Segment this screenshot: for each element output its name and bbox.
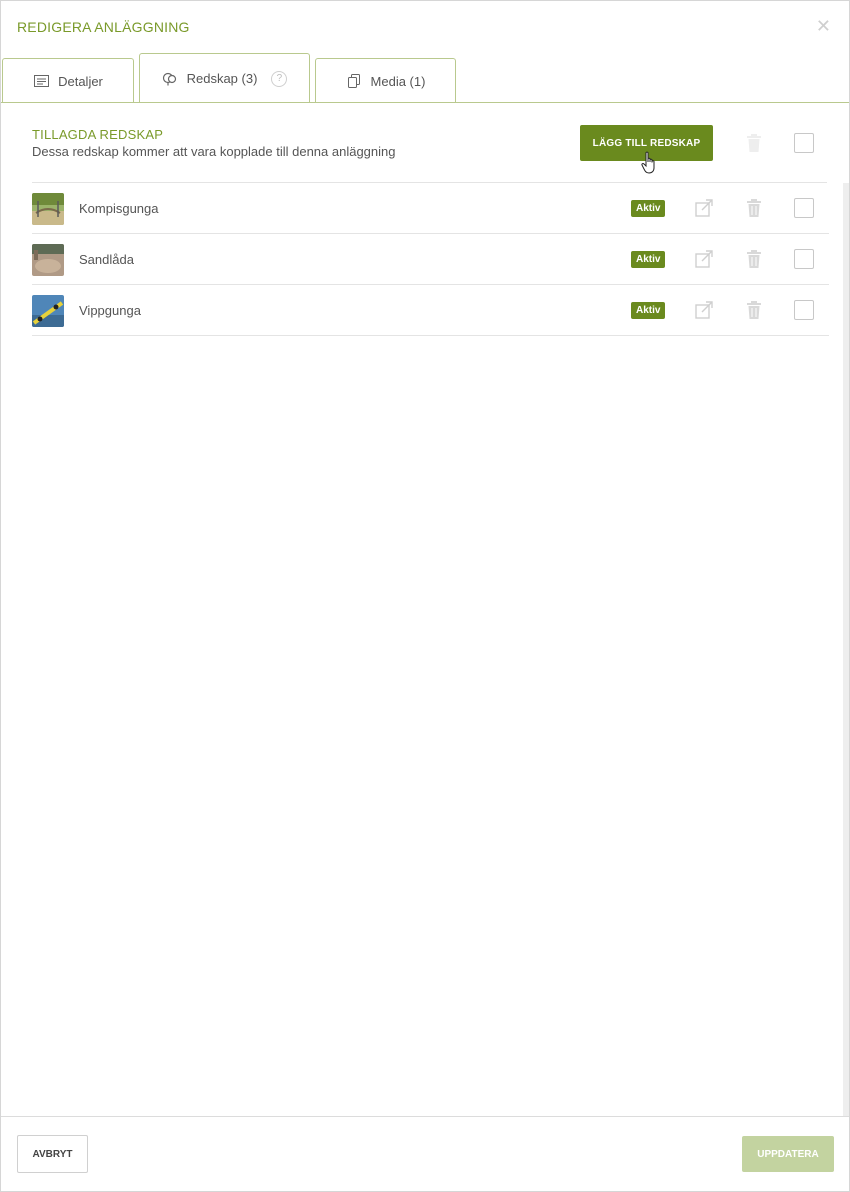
cancel-button[interactable]: AVBRYT <box>17 1135 88 1173</box>
row-checkbox[interactable] <box>794 300 814 320</box>
equipment-name: Vippgunga <box>79 303 141 318</box>
bulk-delete-icon[interactable] <box>744 133 764 153</box>
status-badge: Aktiv <box>631 251 666 268</box>
equipment-thumbnail <box>32 193 64 225</box>
delete-icon[interactable] <box>744 249 764 269</box>
close-icon[interactable]: ✕ <box>816 17 831 35</box>
tab-label: Redskap (3) <box>186 71 258 86</box>
select-all-checkbox[interactable] <box>794 133 814 153</box>
list-item: Vippgunga Aktiv <box>32 285 829 336</box>
modal-title: REDIGERA ANLÄGGNING <box>17 19 190 35</box>
update-button[interactable]: UPPDATERA <box>742 1136 834 1172</box>
scrollbar[interactable] <box>843 183 849 1116</box>
edit-facility-modal: REDIGERA ANLÄGGNING ✕ Detaljer Redskap (… <box>0 0 850 1192</box>
footer-divider <box>1 1116 849 1117</box>
status-badge: Aktiv <box>631 302 666 319</box>
row-checkbox[interactable] <box>794 249 814 269</box>
help-icon[interactable]: ? <box>271 70 288 87</box>
section-subtitle: Dessa redskap kommer att vara kopplade t… <box>32 144 396 159</box>
tab-media[interactable]: Media (1) <box>315 58 456 103</box>
equipment-icon <box>162 71 178 87</box>
equipment-thumbnail <box>32 244 64 276</box>
equipment-name: Sandlåda <box>79 252 134 267</box>
equipment-thumbnail <box>32 295 64 327</box>
hand-cursor-icon <box>641 151 655 174</box>
open-external-icon[interactable] <box>694 249 714 269</box>
open-external-icon[interactable] <box>694 198 714 218</box>
media-copy-icon <box>346 73 362 89</box>
details-list-icon <box>33 73 49 89</box>
list-item: Sandlåda Aktiv <box>32 234 829 285</box>
tab-label: Media (1) <box>370 73 426 89</box>
list-item: Kompisgunga Aktiv <box>32 183 829 234</box>
delete-icon[interactable] <box>744 198 764 218</box>
tab-detaljer[interactable]: Detaljer <box>2 58 134 103</box>
delete-icon[interactable] <box>744 300 764 320</box>
tabs-divider <box>1 102 849 103</box>
status-badge: Aktiv <box>631 200 666 217</box>
row-checkbox[interactable] <box>794 198 814 218</box>
open-external-icon[interactable] <box>694 300 714 320</box>
equipment-name: Kompisgunga <box>79 201 159 216</box>
tab-label: Detaljer <box>58 73 103 89</box>
tab-redskap[interactable]: Redskap (3) ? <box>139 53 310 104</box>
section-title: TILLAGDA REDSKAP <box>32 127 164 142</box>
